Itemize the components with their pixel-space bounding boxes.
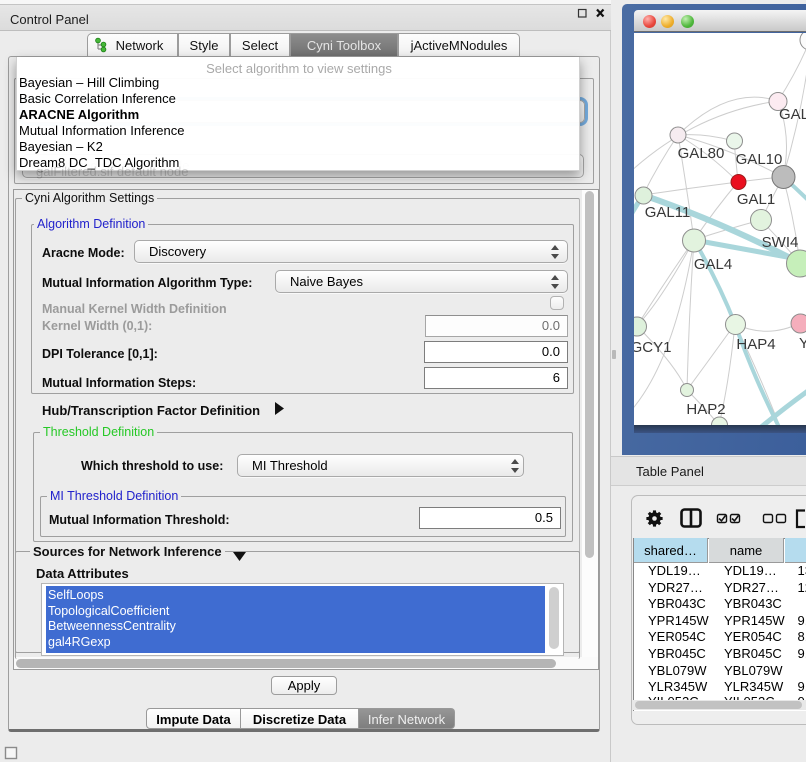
svg-text:Y: Y <box>799 335 806 352</box>
svg-text:SWI4: SWI4 <box>762 234 799 251</box>
svg-text:HAP2: HAP2 <box>686 401 725 418</box>
svg-text:HAP4: HAP4 <box>736 336 775 353</box>
svg-text:GAL4: GAL4 <box>694 256 732 273</box>
svg-text:GAL80: GAL80 <box>678 145 725 162</box>
svg-text:GCY1: GCY1 <box>634 339 671 356</box>
svg-text:GAL1: GAL1 <box>737 191 775 208</box>
svg-text:GAL11: GAL11 <box>645 204 691 221</box>
svg-text:GAL10: GAL10 <box>736 151 783 168</box>
svg-text:GAL2: GAL2 <box>779 106 806 123</box>
